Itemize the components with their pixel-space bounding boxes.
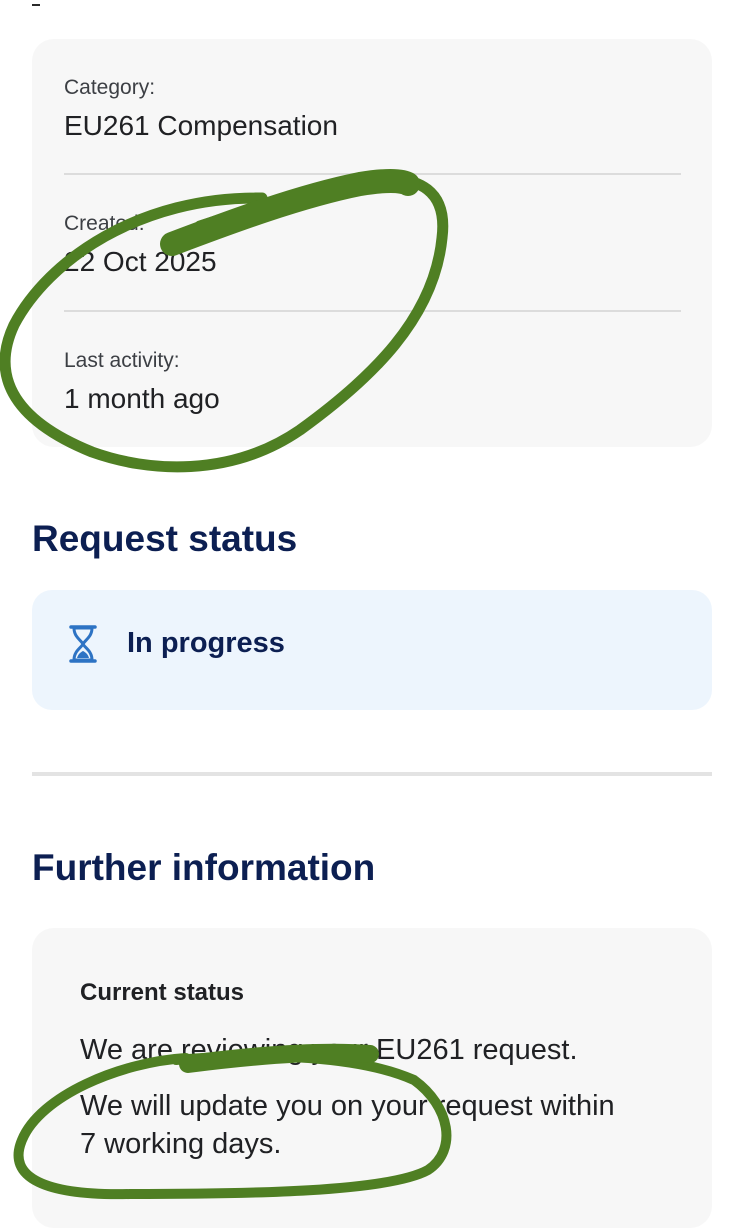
hourglass-icon [69,625,97,663]
last-activity-value: 1 month ago [64,383,220,414]
created-value: 22 Oct 2025 [64,246,217,277]
details-divider [64,173,681,175]
created-label: Created: [64,212,145,235]
last-activity-label: Last activity: [64,349,180,372]
current-status-title: Current status [80,979,245,1006]
update-message-line-2: 7 working days. [80,1128,282,1160]
current-status-card: Current status We are reviewing your EU2… [32,928,712,1228]
status-text: In progress [127,627,285,659]
section-divider [32,772,712,776]
details-divider [64,310,681,312]
further-information-heading: Further information [32,847,376,888]
request-details-card: Category: EU261 Compensation Created: 22… [32,39,712,447]
status-banner: In progress [32,590,712,710]
request-status-heading: Request status [32,518,298,559]
category-value: EU261 Compensation [64,110,338,141]
update-message-line: We will update you on your request withi… [80,1090,615,1122]
top-dash-mark [32,4,40,6]
category-label: Category: [64,76,156,99]
status-message-line: We are reviewing your EU261 request. [80,1034,578,1066]
